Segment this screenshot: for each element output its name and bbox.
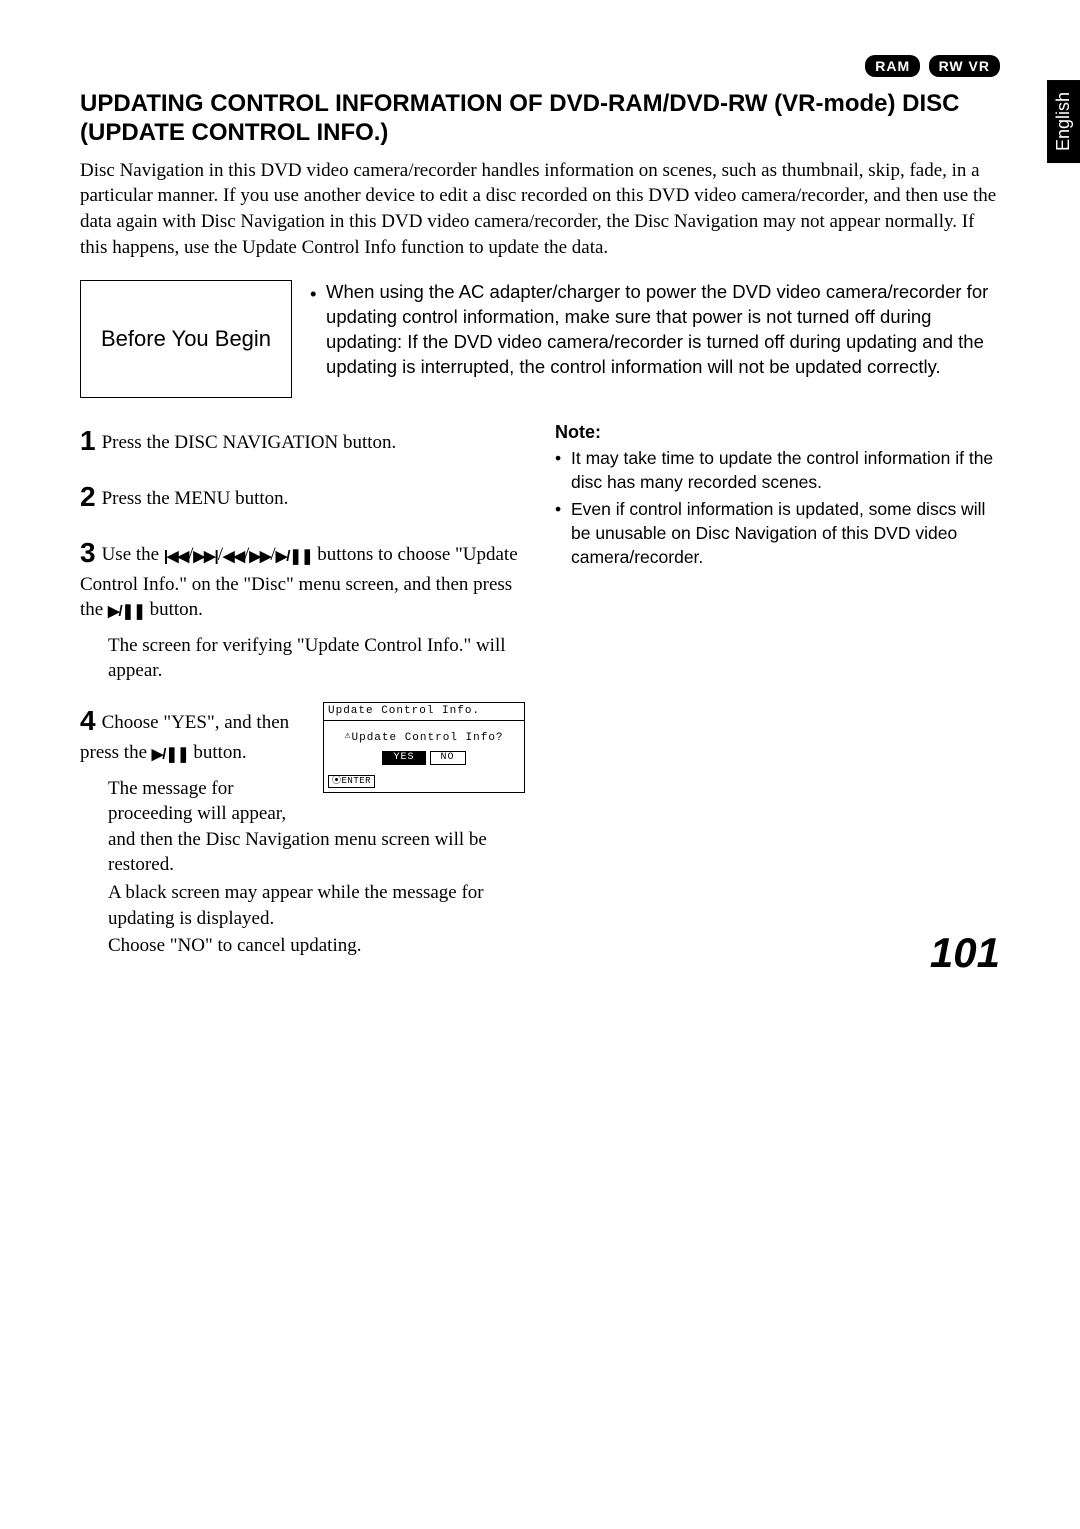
play-pause-icon: ▶/❚❚ xyxy=(276,547,313,567)
manual-page: RAM RW VR English UPDATING CONTROL INFOR… xyxy=(0,0,1080,1017)
format-badges: RAM RW VR xyxy=(861,55,1000,77)
section-title: UPDATING CONTROL INFORMATION OF DVD-RAM/… xyxy=(80,90,1000,148)
step-3-text-c: button. xyxy=(145,599,203,620)
step-4-text-b: button. xyxy=(189,742,247,763)
next-track-icon: ▶▶| xyxy=(193,547,217,567)
lcd-yes-button: YES xyxy=(382,751,425,765)
step-number-1: 1 xyxy=(80,425,96,456)
step-1-text: Press the DISC NAVIGATION button. xyxy=(102,432,397,453)
before-you-begin: Before You Begin • When using the AC ada… xyxy=(80,280,1000,398)
steps-column: 1 Press the DISC NAVIGATION button. 2 Pres… xyxy=(80,422,525,977)
step-2-text: Press the MENU button. xyxy=(102,488,289,509)
warning-icon: ⚠ xyxy=(344,731,351,743)
play-pause-icon: ▶/❚❚ xyxy=(108,602,145,622)
lcd-enter-hint: ⦿ENTER xyxy=(328,775,375,788)
play-pause-icon: ▶/❚❚ xyxy=(152,745,189,765)
step-3-text-a: Use the xyxy=(102,544,164,565)
lcd-footer: ⦿ENTER xyxy=(324,775,524,792)
note-list: •It may take time to update the control … xyxy=(555,447,1000,569)
before-label-box: Before You Begin xyxy=(80,280,292,398)
bullet-icon: • xyxy=(310,280,318,380)
step-number-2: 2 xyxy=(80,481,96,512)
step-number-4: 4 xyxy=(80,705,96,736)
note-heading: Note: xyxy=(555,422,1000,443)
note-item-2: •Even if control information is updated,… xyxy=(555,498,1000,569)
badge-ram: RAM xyxy=(865,55,920,77)
step-4-cont-3: A black screen may appear while the mess… xyxy=(108,880,525,931)
fast-forward-icon: ▶▶ xyxy=(249,547,270,567)
lcd-no-button: NO xyxy=(430,751,466,765)
step-number-3: 3 xyxy=(80,537,96,568)
bullet-icon: • xyxy=(555,447,563,494)
lcd-question: ⚠Update Control Info? xyxy=(330,731,518,745)
content-columns: 1 Press the DISC NAVIGATION button. 2 Pres… xyxy=(80,422,1000,977)
lcd-title: Update Control Info. xyxy=(324,703,524,721)
before-item-text: When using the AC adapter/charger to pow… xyxy=(326,280,1000,380)
language-tab: English xyxy=(1047,80,1080,163)
rewind-icon: ◀◀ xyxy=(223,547,244,567)
step-4-cont-4: Choose "NO" to cancel updating. xyxy=(108,933,525,959)
note-column: Note: •It may take time to update the co… xyxy=(555,422,1000,977)
step-2: 2 Press the MENU button. xyxy=(80,478,525,516)
step-3-continuation: The screen for verifying "Update Control… xyxy=(108,633,525,684)
page-number: 101 xyxy=(930,929,1000,977)
prev-track-icon: |◀◀ xyxy=(164,547,188,567)
lcd-buttons: YES NO xyxy=(330,751,518,765)
note-item-1: •It may take time to update the control … xyxy=(555,447,1000,494)
lcd-screenshot: Update Control Info. ⚠Update Control Inf… xyxy=(323,702,525,793)
bullet-icon: • xyxy=(555,498,563,569)
step-4-cont-2: and then the Disc Navigation menu screen… xyxy=(108,827,525,878)
step-1: 1 Press the DISC NAVIGATION button. xyxy=(80,422,525,460)
step-3: 3Use the |◀◀/▶▶|/◀◀/▶▶/▶/❚❚ buttons to c… xyxy=(80,534,525,684)
intro-paragraph: Disc Navigation in this DVD video camera… xyxy=(80,158,1000,261)
step-4-cont-1: The message for proceeding will appear, xyxy=(108,776,309,827)
step-4: 4Choose "YES", and then press the ▶/❚❚ b… xyxy=(80,702,525,959)
before-content: • When using the AC adapter/charger to p… xyxy=(310,280,1000,380)
badge-rwvr: RW VR xyxy=(929,55,1000,77)
